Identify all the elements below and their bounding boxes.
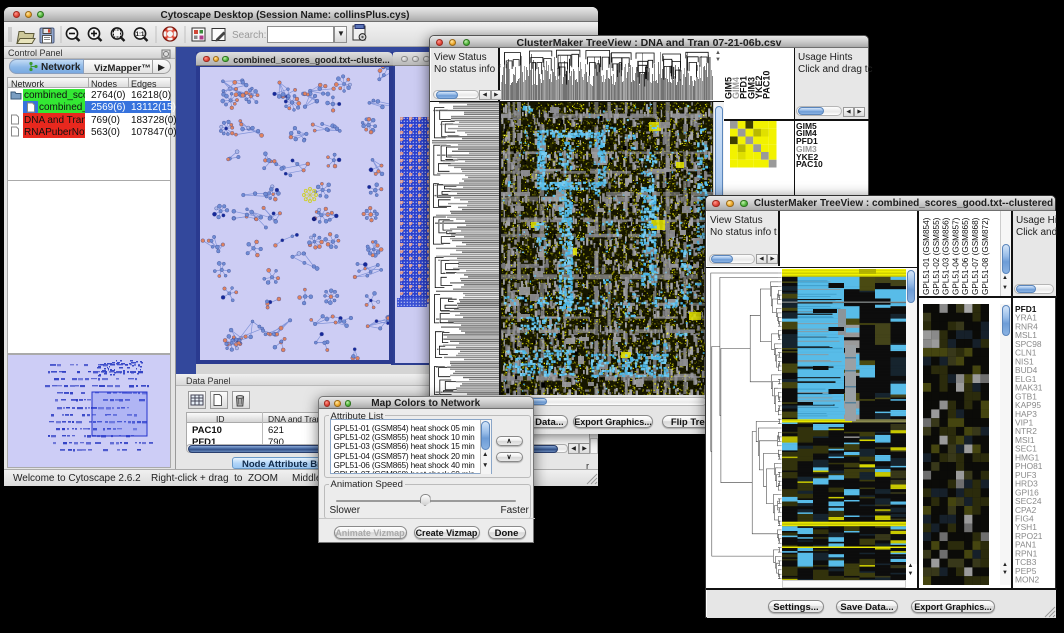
svg-text:1:1: 1:1: [136, 32, 145, 38]
svg-text:GPL51-07 (GSM868): GPL51-07 (GSM868): [971, 217, 980, 295]
svg-text:Search:: Search:: [232, 30, 266, 41]
svg-text:GPL51-04 (GSM857): GPL51-04 (GSM857): [951, 217, 960, 295]
svg-text:GPL51-02 (GSM855): GPL51-02 (GSM855): [932, 217, 941, 295]
svg-text:GPL51-08 (GSM872): GPL51-08 (GSM872): [981, 217, 990, 295]
svg-text:GPL51-01 (GSM854): GPL51-01 (GSM854): [922, 217, 931, 295]
svg-text:GPL51-06 (GSM865): GPL51-06 (GSM865): [961, 217, 970, 295]
svg-text:PAC10: PAC10: [762, 71, 772, 99]
svg-text:GPL51-03 (GSM856): GPL51-03 (GSM856): [942, 217, 951, 295]
